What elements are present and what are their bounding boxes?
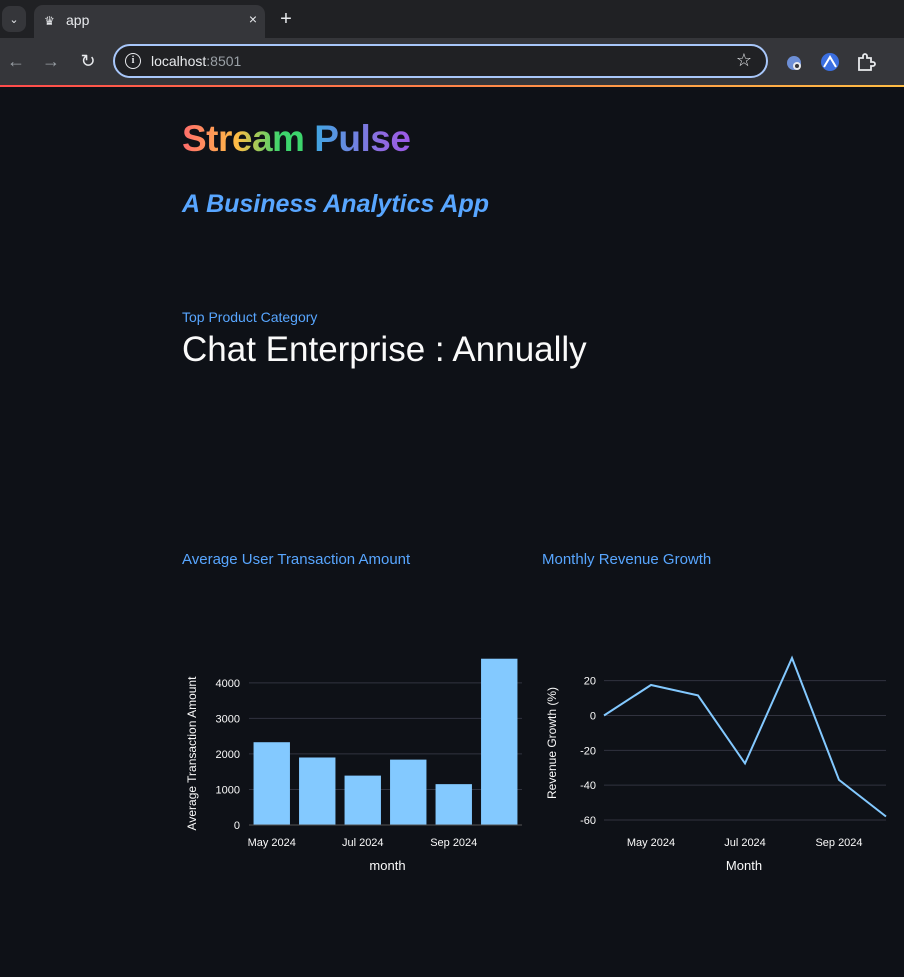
url-host: localhost: [151, 53, 207, 69]
left-chart-title: Average User Transaction Amount: [182, 551, 411, 568]
app-title-part2: Pulse: [314, 118, 411, 159]
app-subtitle: A Business Analytics App: [182, 190, 490, 218]
bookmark-star-icon[interactable]: ☆: [736, 50, 752, 71]
y-tick-label: -20: [580, 745, 596, 757]
right-chart-title: Monthly Revenue Growth: [542, 551, 712, 568]
tab-close-icon[interactable]: ×: [249, 11, 257, 27]
x-tick-label: Jul 2024: [724, 837, 766, 849]
bar: [481, 658, 518, 825]
x-axis-title: month: [369, 858, 405, 873]
new-tab-button[interactable]: +: [275, 6, 297, 32]
y-tick-label: 0: [590, 710, 596, 722]
y-tick-label: 1000: [216, 784, 240, 796]
bar: [344, 775, 381, 825]
browser-tab-strip: ⌄ ♛ app × +: [0, 0, 904, 38]
y-tick-label: 3000: [216, 713, 240, 725]
extension-arch-icon[interactable]: [820, 52, 840, 72]
streamlit-crown-icon: ♛: [44, 14, 55, 28]
extension-cat-icon[interactable]: [784, 52, 804, 72]
url-port: :8501: [206, 53, 242, 69]
y-tick-label: 20: [584, 676, 596, 688]
y-axis-title: Average Transaction Amount: [185, 676, 199, 831]
y-tick-label: 0: [234, 820, 240, 832]
url-text: localhost:8501: [151, 53, 241, 69]
app-title-part1: Stream: [182, 118, 305, 159]
forward-arrow-icon[interactable]: →: [40, 50, 62, 72]
x-axis-title: Month: [726, 858, 762, 873]
bar: [390, 759, 427, 825]
browser-tab[interactable]: ♛ app ×: [34, 5, 265, 38]
bar: [435, 784, 472, 825]
bar-chart[interactable]: 0 1000 2000 3000 4000 May 2024 Jul 2024 Sep 202…: [180, 630, 530, 880]
site-info-icon[interactable]: i: [125, 53, 141, 69]
y-tick-label: -40: [580, 780, 596, 792]
y-axis-title: Revenue Growth (%): [545, 687, 559, 799]
y-tick-label: 2000: [216, 749, 240, 761]
x-tick-label: Jul 2024: [342, 837, 384, 849]
app-title: Stream Pulse: [182, 118, 411, 160]
y-tick-label: 4000: [216, 678, 240, 690]
x-tick-label: Sep 2024: [815, 837, 862, 849]
browser-toolbar: ← → ↻ i localhost:8501 ☆: [0, 38, 904, 85]
back-arrow-icon[interactable]: ←: [5, 50, 27, 72]
bar: [253, 742, 290, 825]
y-tick-label: -60: [580, 815, 596, 827]
x-tick-label: May 2024: [627, 837, 675, 849]
tab-title: app: [66, 12, 90, 28]
x-tick-label: May 2024: [248, 837, 296, 849]
bar: [299, 757, 336, 825]
reload-icon[interactable]: ↻: [77, 50, 99, 72]
metric-label: Top Product Category: [182, 309, 318, 325]
x-tick-label: Sep 2024: [430, 837, 477, 849]
metric-value: Chat Enterprise : Annually: [182, 330, 587, 369]
address-bar[interactable]: i localhost:8501 ☆: [113, 44, 768, 78]
line-chart[interactable]: -60 -40 -20 0 20 May 2024 Jul 2024 Sep 2024 Mont…: [540, 630, 890, 880]
extensions-puzzle-icon[interactable]: [856, 52, 876, 72]
tab-search-icon[interactable]: ⌄: [2, 6, 26, 32]
revenue-growth-line: [603, 655, 887, 818]
